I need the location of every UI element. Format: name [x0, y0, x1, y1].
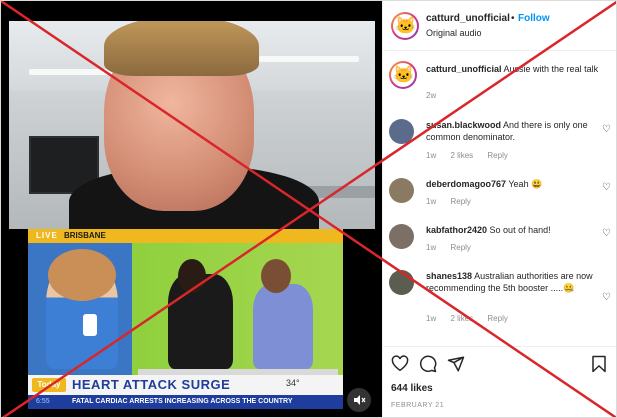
caption-meta: 2w [426, 91, 446, 100]
commenter-username[interactable]: kabfathor2420 [426, 225, 487, 235]
news-ticker: Today HEART ATTACK SURGE 34° [28, 375, 343, 395]
comment-body: Yeah 😃 [508, 179, 543, 189]
comments-list[interactable]: 🐱 catturd_unofficial Aussie with the rea… [383, 51, 616, 346]
comment-age: 1w [426, 243, 437, 252]
separator-dot: • [511, 13, 515, 24]
patient-head [178, 259, 206, 293]
author-username[interactable]: catturd_unofficial [426, 13, 510, 24]
man-hair [104, 21, 259, 76]
follow-button[interactable]: Follow [518, 13, 550, 24]
news-headline: HEART ATTACK SURGE [72, 377, 231, 392]
video-upper-frame [9, 21, 375, 229]
cat-icon: 🐱 [395, 16, 417, 35]
share-glyph [447, 356, 465, 372]
commenter-avatar[interactable] [389, 270, 414, 295]
comment-body: So out of hand! [489, 225, 551, 235]
audio-label[interactable]: Original audio [426, 28, 482, 38]
post-side-panel: 🐱 catturd_unofficial • Follow Original a… [382, 1, 616, 417]
comment-icon[interactable] [419, 355, 437, 376]
live-bar: LIVE BRISBANE [28, 229, 343, 243]
comment-likes[interactable]: 2 likes [450, 151, 473, 160]
commenter-avatar[interactable] [389, 224, 414, 249]
caption-username[interactable]: catturd_unofficial [426, 64, 502, 74]
speaker-muted-icon[interactable] [347, 388, 371, 412]
comment-meta: 1w Reply [426, 197, 483, 206]
cat-icon: 🐱 [393, 65, 415, 84]
reply-button[interactable]: Reply [450, 197, 470, 206]
comment-heart-icon[interactable]: ♡ [602, 182, 611, 193]
reply-button[interactable]: Reply [487, 151, 507, 160]
nurse [253, 284, 313, 369]
post-media[interactable]: LIVE BRISBANE Today HEART ATTACK SURGE 3… [1, 1, 382, 417]
comment-meta: 1w 2 likes Reply [426, 151, 520, 160]
comment-text: susan.blackwood And there is only one co… [426, 119, 596, 143]
comment-heart-icon[interactable]: ♡ [602, 228, 611, 239]
comment-glyph [419, 355, 437, 373]
bookmark-icon[interactable] [591, 355, 607, 376]
microphone [83, 314, 97, 336]
comment-heart-icon[interactable]: ♡ [602, 292, 611, 303]
comment-text: deberdomagoo767 Yeah 😃 [426, 178, 596, 190]
clock: 6:55 [36, 398, 50, 405]
comment-likes[interactable]: 2 likes [450, 314, 473, 323]
news-subheadline: FATAL CARDIAC ARRESTS INCREASING ACROSS … [72, 398, 293, 405]
comment-text: shanes138 Australian authorities are now… [426, 270, 596, 294]
weather-readout: 34° [286, 378, 300, 388]
heart-glyph [391, 355, 409, 372]
commenter-username[interactable]: shanes138 [426, 271, 472, 281]
commenter-username[interactable]: susan.blackwood [426, 120, 501, 130]
reporter-hair [48, 249, 116, 301]
comment-text: kabfathor2420 So out of hand! [426, 224, 596, 236]
ceiling-light [259, 56, 359, 62]
speaker-muted-glyph [354, 395, 366, 405]
comment-age: 1w [426, 151, 437, 160]
likes-count[interactable]: 644 likes [391, 383, 433, 394]
heart-icon[interactable] [391, 355, 409, 375]
share-icon[interactable] [447, 355, 465, 376]
caption-avatar[interactable]: 🐱 [389, 61, 417, 89]
caption-text: catturd_unofficial Aussie with the real … [426, 63, 606, 75]
news-clip: LIVE BRISBANE Today HEART ATTACK SURGE 3… [28, 229, 343, 409]
post-header: 🐱 catturd_unofficial • Follow Original a… [383, 1, 616, 51]
post-actions: 644 likes FEBRUARY 21 [383, 346, 616, 417]
comment-age: 1w [426, 197, 437, 206]
caption-body: Aussie with the real talk [503, 64, 599, 74]
comment-age: 1w [426, 314, 437, 323]
nurse-head [261, 259, 291, 293]
reply-button[interactable]: Reply [450, 243, 470, 252]
instagram-post-view: LIVE BRISBANE Today HEART ATTACK SURGE 3… [0, 0, 617, 418]
reply-button[interactable]: Reply [487, 314, 507, 323]
comment-meta: 1w 2 likes Reply [426, 314, 520, 323]
post-date: FEBRUARY 21 [391, 402, 445, 409]
commenter-avatar[interactable] [389, 119, 414, 144]
location-label: BRISBANE [64, 231, 106, 240]
commenter-avatar[interactable] [389, 178, 414, 203]
live-label: LIVE [36, 231, 58, 240]
news-subbar: 6:55 FATAL CARDIAC ARRESTS INCREASING AC… [28, 395, 343, 409]
author-avatar[interactable]: 🐱 [391, 12, 419, 40]
commenter-username[interactable]: deberdomagoo767 [426, 179, 506, 189]
comment-meta: 1w Reply [426, 243, 483, 252]
comment-heart-icon[interactable]: ♡ [602, 124, 611, 135]
show-logo: Today [32, 378, 66, 392]
caption-age: 2w [426, 91, 437, 100]
bookmark-glyph [592, 355, 606, 373]
